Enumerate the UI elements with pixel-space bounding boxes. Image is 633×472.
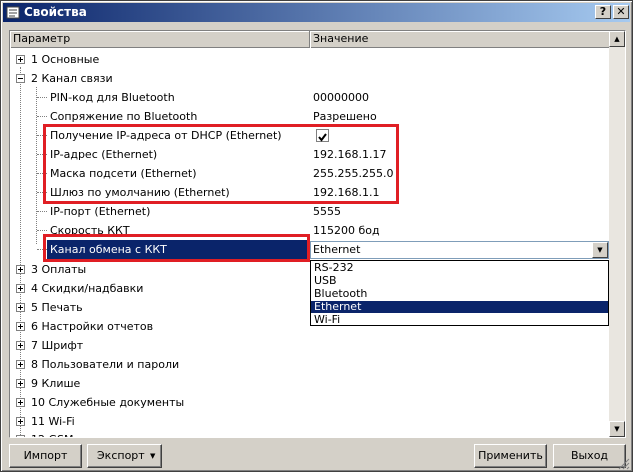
column-header-value[interactable]: Значение (310, 31, 609, 48)
expand-icon[interactable] (16, 360, 25, 369)
dhcp-checkbox[interactable] (316, 129, 329, 142)
help-button[interactable]: ? (595, 5, 611, 19)
collapse-icon[interactable] (16, 74, 25, 83)
close-button[interactable]: ✕ (613, 5, 629, 19)
dropdown-option-wifi[interactable]: Wi-Fi (311, 314, 608, 326)
property-row-port[interactable]: IP-порт (Ethernet) 5555 (10, 202, 609, 221)
expand-icon[interactable] (16, 55, 25, 64)
expand-icon[interactable] (16, 398, 25, 407)
property-row-pin[interactable]: PIN-код для Bluetooth 00000000 (10, 88, 609, 107)
properties-grid: Параметр Значение 1 Основные 2 Канал свя… (9, 30, 626, 438)
properties-icon (6, 6, 20, 19)
triangle-down-icon[interactable]: ▼ (592, 242, 608, 258)
expand-icon[interactable] (16, 379, 25, 388)
scroll-down-icon[interactable]: ▼ (609, 421, 625, 437)
properties-window: Свойства ? ✕ Параметр Значение 1 Основны… (0, 0, 633, 472)
dropdown-option-rs232[interactable]: RS-232 (311, 262, 608, 274)
property-row-speed[interactable]: Скорость ККТ 115200 бод (10, 221, 609, 240)
expand-icon[interactable] (16, 322, 25, 331)
import-button[interactable]: Импорт (9, 444, 82, 468)
dropdown-option-ethernet[interactable]: Ethernet (311, 301, 608, 313)
column-header-parameter[interactable]: Параметр (10, 31, 310, 48)
expand-icon[interactable] (16, 303, 25, 312)
channel-combobox-value: Ethernet (313, 243, 361, 256)
tree-group-1[interactable]: 1 Основные (10, 50, 609, 69)
channel-dropdown-list: RS-232 USB Bluetooth Ethernet Wi-Fi (310, 260, 609, 326)
export-button-label: Экспорт (97, 449, 145, 462)
tree-group-7[interactable]: 7 Шрифт (10, 336, 609, 355)
property-row-mask[interactable]: Маска подсети (Ethernet) 255.255.255.0 (10, 164, 609, 183)
grid-header: Параметр Значение (10, 31, 609, 48)
export-button[interactable]: Экспорт ▼ (87, 444, 162, 468)
tree-group-8[interactable]: 8 Пользователи и пароли (10, 355, 609, 374)
checkmark-icon (318, 133, 327, 142)
property-row-ip[interactable]: IP-адрес (Ethernet) 192.168.1.17 (10, 145, 609, 164)
triangle-down-icon: ▼ (150, 452, 156, 460)
tree-group-11[interactable]: 11 Wi-Fi (10, 412, 609, 431)
scroll-up-icon[interactable]: ▲ (609, 31, 625, 47)
resize-grip-icon[interactable] (616, 456, 630, 470)
vertical-scrollbar[interactable]: ▲ ▼ (609, 31, 625, 437)
property-row-pairing[interactable]: Сопряжение по Bluetooth Разрешено (10, 107, 609, 126)
expand-icon[interactable] (16, 284, 25, 293)
expand-icon[interactable] (16, 341, 25, 350)
tree-group-12[interactable]: 12 GSM (10, 430, 609, 437)
expand-icon[interactable] (16, 265, 25, 274)
property-row-dhcp[interactable]: Получение IP-адреса от DHCP (Ethernet) (10, 126, 609, 145)
apply-button[interactable]: Применить (474, 444, 547, 468)
dropdown-option-usb[interactable]: USB (311, 275, 608, 287)
tree-group-9[interactable]: 9 Клише (10, 374, 609, 393)
tree-group-10[interactable]: 10 Служебные документы (10, 393, 609, 412)
expand-icon[interactable] (16, 435, 25, 437)
property-row-gateway[interactable]: Шлюз по умолчанию (Ethernet) 192.168.1.1 (10, 183, 609, 202)
window-title: Свойства (24, 5, 87, 19)
title-bar[interactable]: Свойства ? ✕ (3, 3, 630, 22)
property-row-channel[interactable]: Канал обмена с ККТ Ethernet ▼ (10, 240, 609, 260)
expand-icon[interactable] (16, 417, 25, 426)
dropdown-option-bluetooth[interactable]: Bluetooth (311, 288, 608, 300)
channel-combobox[interactable]: Ethernet ▼ (310, 241, 609, 259)
tree-group-2[interactable]: 2 Канал связи (10, 69, 609, 88)
